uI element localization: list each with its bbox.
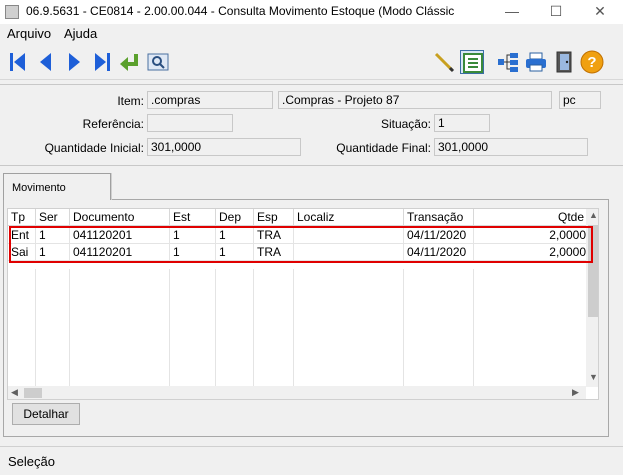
referencia-label: Referência: [82, 117, 144, 131]
print-icon[interactable] [524, 50, 548, 74]
title-bar: 06.9.5631 - CE0814 - 2.00.00.044 - Consu… [0, 0, 623, 24]
rows-highlight-box [9, 226, 593, 263]
empty-column [254, 269, 294, 386]
scroll-down-icon[interactable]: ▼ [589, 372, 598, 382]
quantidade-final-label: Quantidade Final: [336, 141, 431, 155]
menu-ajuda[interactable]: Ajuda [64, 26, 97, 41]
scroll-right-icon[interactable]: ▶ [572, 387, 579, 398]
col-tp[interactable]: Tp [8, 209, 36, 225]
status-text: Seleção [8, 454, 55, 469]
col-transacao[interactable]: Transação [404, 209, 474, 225]
detalhar-button[interactable]: Detalhar [12, 403, 80, 425]
situacao-field[interactable]: 1 [434, 114, 490, 132]
maximize-button[interactable]: ☐ [534, 0, 578, 24]
quantidade-final-field[interactable]: 301,0000 [434, 138, 588, 156]
help-icon[interactable]: ? [580, 50, 604, 74]
tree-structure-icon[interactable] [496, 50, 520, 74]
horizontal-scroll-thumb[interactable] [24, 388, 42, 398]
grid-header: Tp Ser Documento Est Dep Esp Localiz Tra… [8, 209, 586, 226]
status-bar: Seleção [0, 446, 623, 475]
previous-record-icon[interactable] [34, 50, 58, 74]
quantidade-inicial-field[interactable]: 301,0000 [147, 138, 301, 156]
toolbar: ? [0, 44, 623, 80]
last-record-icon[interactable] [90, 50, 114, 74]
quantidade-inicial-label: Quantidade Inicial: [44, 141, 144, 155]
empty-column [8, 269, 36, 386]
exit-door-icon[interactable] [552, 50, 576, 74]
empty-column [36, 269, 70, 386]
col-documento[interactable]: Documento [70, 209, 170, 225]
tab-movimento[interactable]: Movimento [3, 173, 111, 200]
empty-column [404, 269, 474, 386]
col-est[interactable]: Est [170, 209, 216, 225]
unit-field[interactable]: pc [559, 91, 601, 109]
next-record-icon[interactable] [62, 50, 86, 74]
zoom-search-icon[interactable] [146, 50, 170, 74]
minimize-button[interactable]: — [490, 0, 534, 24]
item-code-field[interactable]: .compras [147, 91, 273, 109]
empty-column [294, 269, 404, 386]
app-icon [5, 5, 19, 19]
scroll-up-icon[interactable]: ▲ [589, 210, 598, 220]
empty-column [216, 269, 254, 386]
item-label: Item: [117, 94, 144, 108]
window-title: 06.9.5631 - CE0814 - 2.00.00.044 - Consu… [26, 4, 455, 18]
col-qtde[interactable]: Qtde [474, 209, 586, 225]
scroll-left-icon[interactable]: ◀ [11, 387, 18, 398]
situacao-label: Situação: [380, 117, 431, 131]
col-dep[interactable]: Dep [216, 209, 254, 225]
record-details-icon[interactable] [460, 50, 484, 74]
close-button[interactable]: ✕ [578, 0, 622, 24]
col-ser[interactable]: Ser [36, 209, 70, 225]
first-record-icon[interactable] [6, 50, 30, 74]
menu-bar: Arquivo Ajuda [0, 24, 623, 44]
menu-arquivo[interactable]: Arquivo [7, 26, 51, 41]
empty-column [170, 269, 216, 386]
item-description-field[interactable]: .Compras - Projeto 87 [278, 91, 552, 109]
svg-text:?: ? [587, 54, 596, 71]
horizontal-scrollbar[interactable]: ◀ ▶ [8, 386, 586, 399]
empty-column [70, 269, 170, 386]
col-esp[interactable]: Esp [254, 209, 294, 225]
goto-record-icon[interactable] [118, 50, 142, 74]
col-localiz[interactable]: Localiz [294, 209, 404, 225]
edit-pencil-icon[interactable] [432, 50, 456, 74]
tab-movimento-label: Movimento [12, 182, 66, 194]
referencia-field[interactable] [147, 114, 233, 132]
